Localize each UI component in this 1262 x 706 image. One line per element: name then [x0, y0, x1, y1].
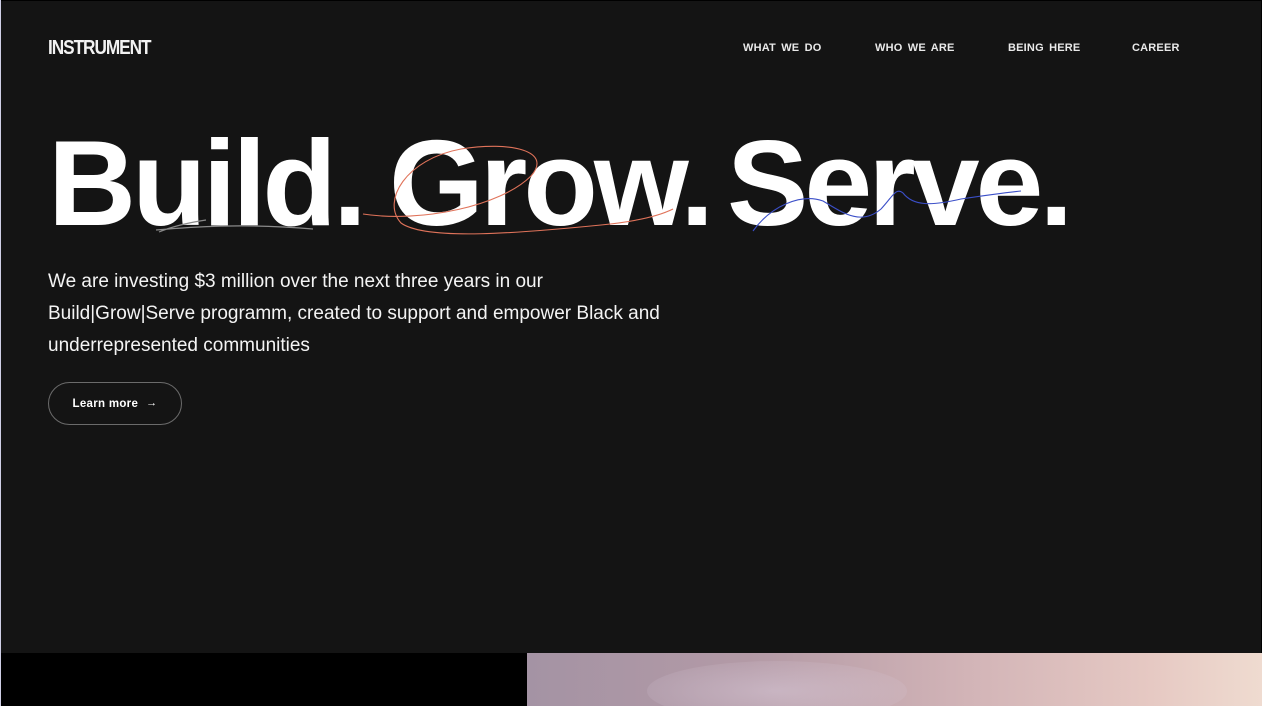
nav-item-being-here[interactable]: BEING HERE [1008, 42, 1080, 54]
image-haze [647, 661, 907, 706]
headline: Build. Grow. Serve. [45, 113, 1145, 253]
learn-more-button[interactable]: Learn more → [48, 382, 182, 425]
nav-item-what-we-do[interactable]: WHAT WE DO [743, 42, 822, 54]
intro-paragraph: We are investing $3 million over the nex… [48, 271, 660, 356]
arrow-right-icon: → [146, 397, 158, 409]
headline-word-serve: Serve. [727, 115, 1073, 251]
footer-dark-panel [0, 653, 527, 706]
featured-image [527, 653, 1262, 706]
headline-word-build: Build. [48, 115, 367, 251]
hero-section: INSTRUMENT WHAT WE DO WHO WE ARE BEING H… [1, 1, 1261, 653]
learn-more-label: Learn more [72, 397, 139, 410]
headline-word-grow: Grow. [389, 115, 714, 251]
nav-item-who-we-are[interactable]: WHO WE ARE [875, 42, 955, 54]
nav-item-career[interactable]: CAREER [1132, 42, 1180, 54]
main-nav: WHAT WE DO WHO WE ARE BEING HERE CAREER [1, 42, 1261, 56]
